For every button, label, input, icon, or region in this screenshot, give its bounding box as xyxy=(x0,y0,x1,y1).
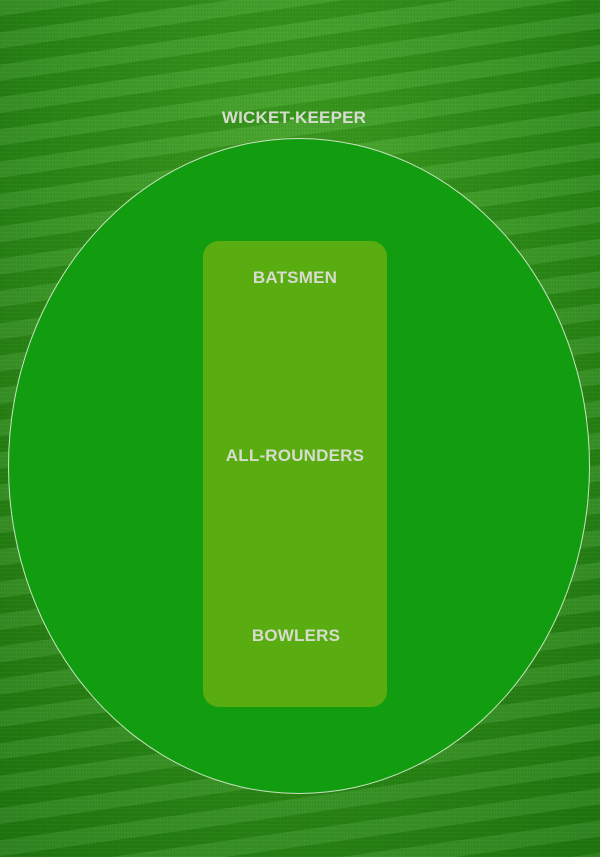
batsmen-label: BATSMEN xyxy=(252,268,338,287)
all-rounders-label: ALL-ROUNDERS xyxy=(225,446,365,465)
wicket-keeper-label: WICKET-KEEPER xyxy=(221,108,367,127)
cricket-field-background: WICKET-KEEPER BATSMEN ALL-ROUNDERS BOWLE… xyxy=(0,0,600,857)
bowlers-label: BOWLERS xyxy=(251,626,341,645)
